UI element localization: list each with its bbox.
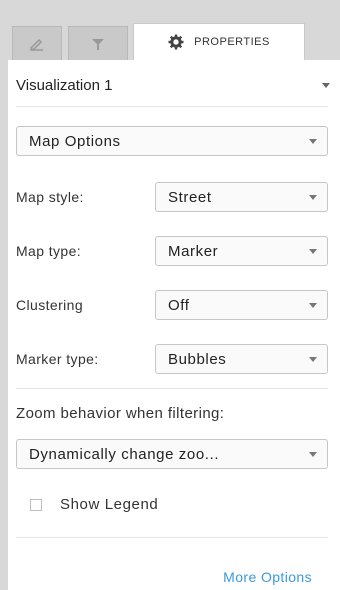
divider [16, 106, 328, 107]
tab-properties-label: PROPERTIES [194, 36, 270, 48]
marker-type-select[interactable]: Bubbles [155, 344, 328, 374]
left-border [0, 60, 8, 590]
zoom-behavior-label: Zoom behavior when filtering: [16, 405, 225, 422]
chevron-down-icon [309, 356, 317, 362]
chevron-down-icon [309, 194, 317, 200]
map-type-value: Marker [168, 242, 219, 260]
map-options-select[interactable]: Map Options [16, 126, 328, 156]
marker-type-value: Bubbles [168, 350, 227, 368]
map-style-select[interactable]: Street [155, 182, 328, 212]
show-legend-row[interactable]: Show Legend [30, 496, 158, 513]
tab-filter[interactable] [68, 26, 128, 60]
chevron-down-icon [309, 138, 317, 144]
map-type-select[interactable]: Marker [155, 236, 328, 266]
visualization-selector[interactable]: Visualization 1 [16, 72, 334, 98]
map-type-label: Map type: [16, 243, 82, 259]
divider [16, 537, 328, 538]
gear-icon [168, 34, 184, 50]
marker-type-label: Marker type: [16, 351, 99, 367]
visualization-label: Visualization 1 [16, 76, 113, 94]
map-options-value: Map Options [29, 132, 121, 150]
clustering-value: Off [168, 296, 190, 314]
tab-properties[interactable]: PROPERTIES [133, 23, 305, 60]
tab-edit[interactable] [12, 26, 62, 60]
map-style-value: Street [168, 188, 212, 206]
zoom-behavior-value: Dynamically change zoo... [29, 445, 220, 463]
pencil-icon [29, 38, 43, 51]
chevron-down-icon [322, 82, 330, 88]
chevron-down-icon [309, 451, 317, 457]
divider [16, 388, 328, 389]
show-legend-checkbox[interactable] [30, 498, 42, 511]
filter-icon [92, 38, 104, 50]
clustering-label: Clustering [16, 297, 84, 313]
clustering-select[interactable]: Off [155, 290, 328, 320]
chevron-down-icon [309, 248, 317, 254]
chevron-down-icon [309, 302, 317, 308]
zoom-behavior-select[interactable]: Dynamically change zoo... [16, 439, 328, 469]
more-options-link[interactable]: More Options [223, 569, 312, 585]
show-legend-label: Show Legend [60, 496, 159, 513]
map-style-label: Map style: [16, 189, 84, 205]
